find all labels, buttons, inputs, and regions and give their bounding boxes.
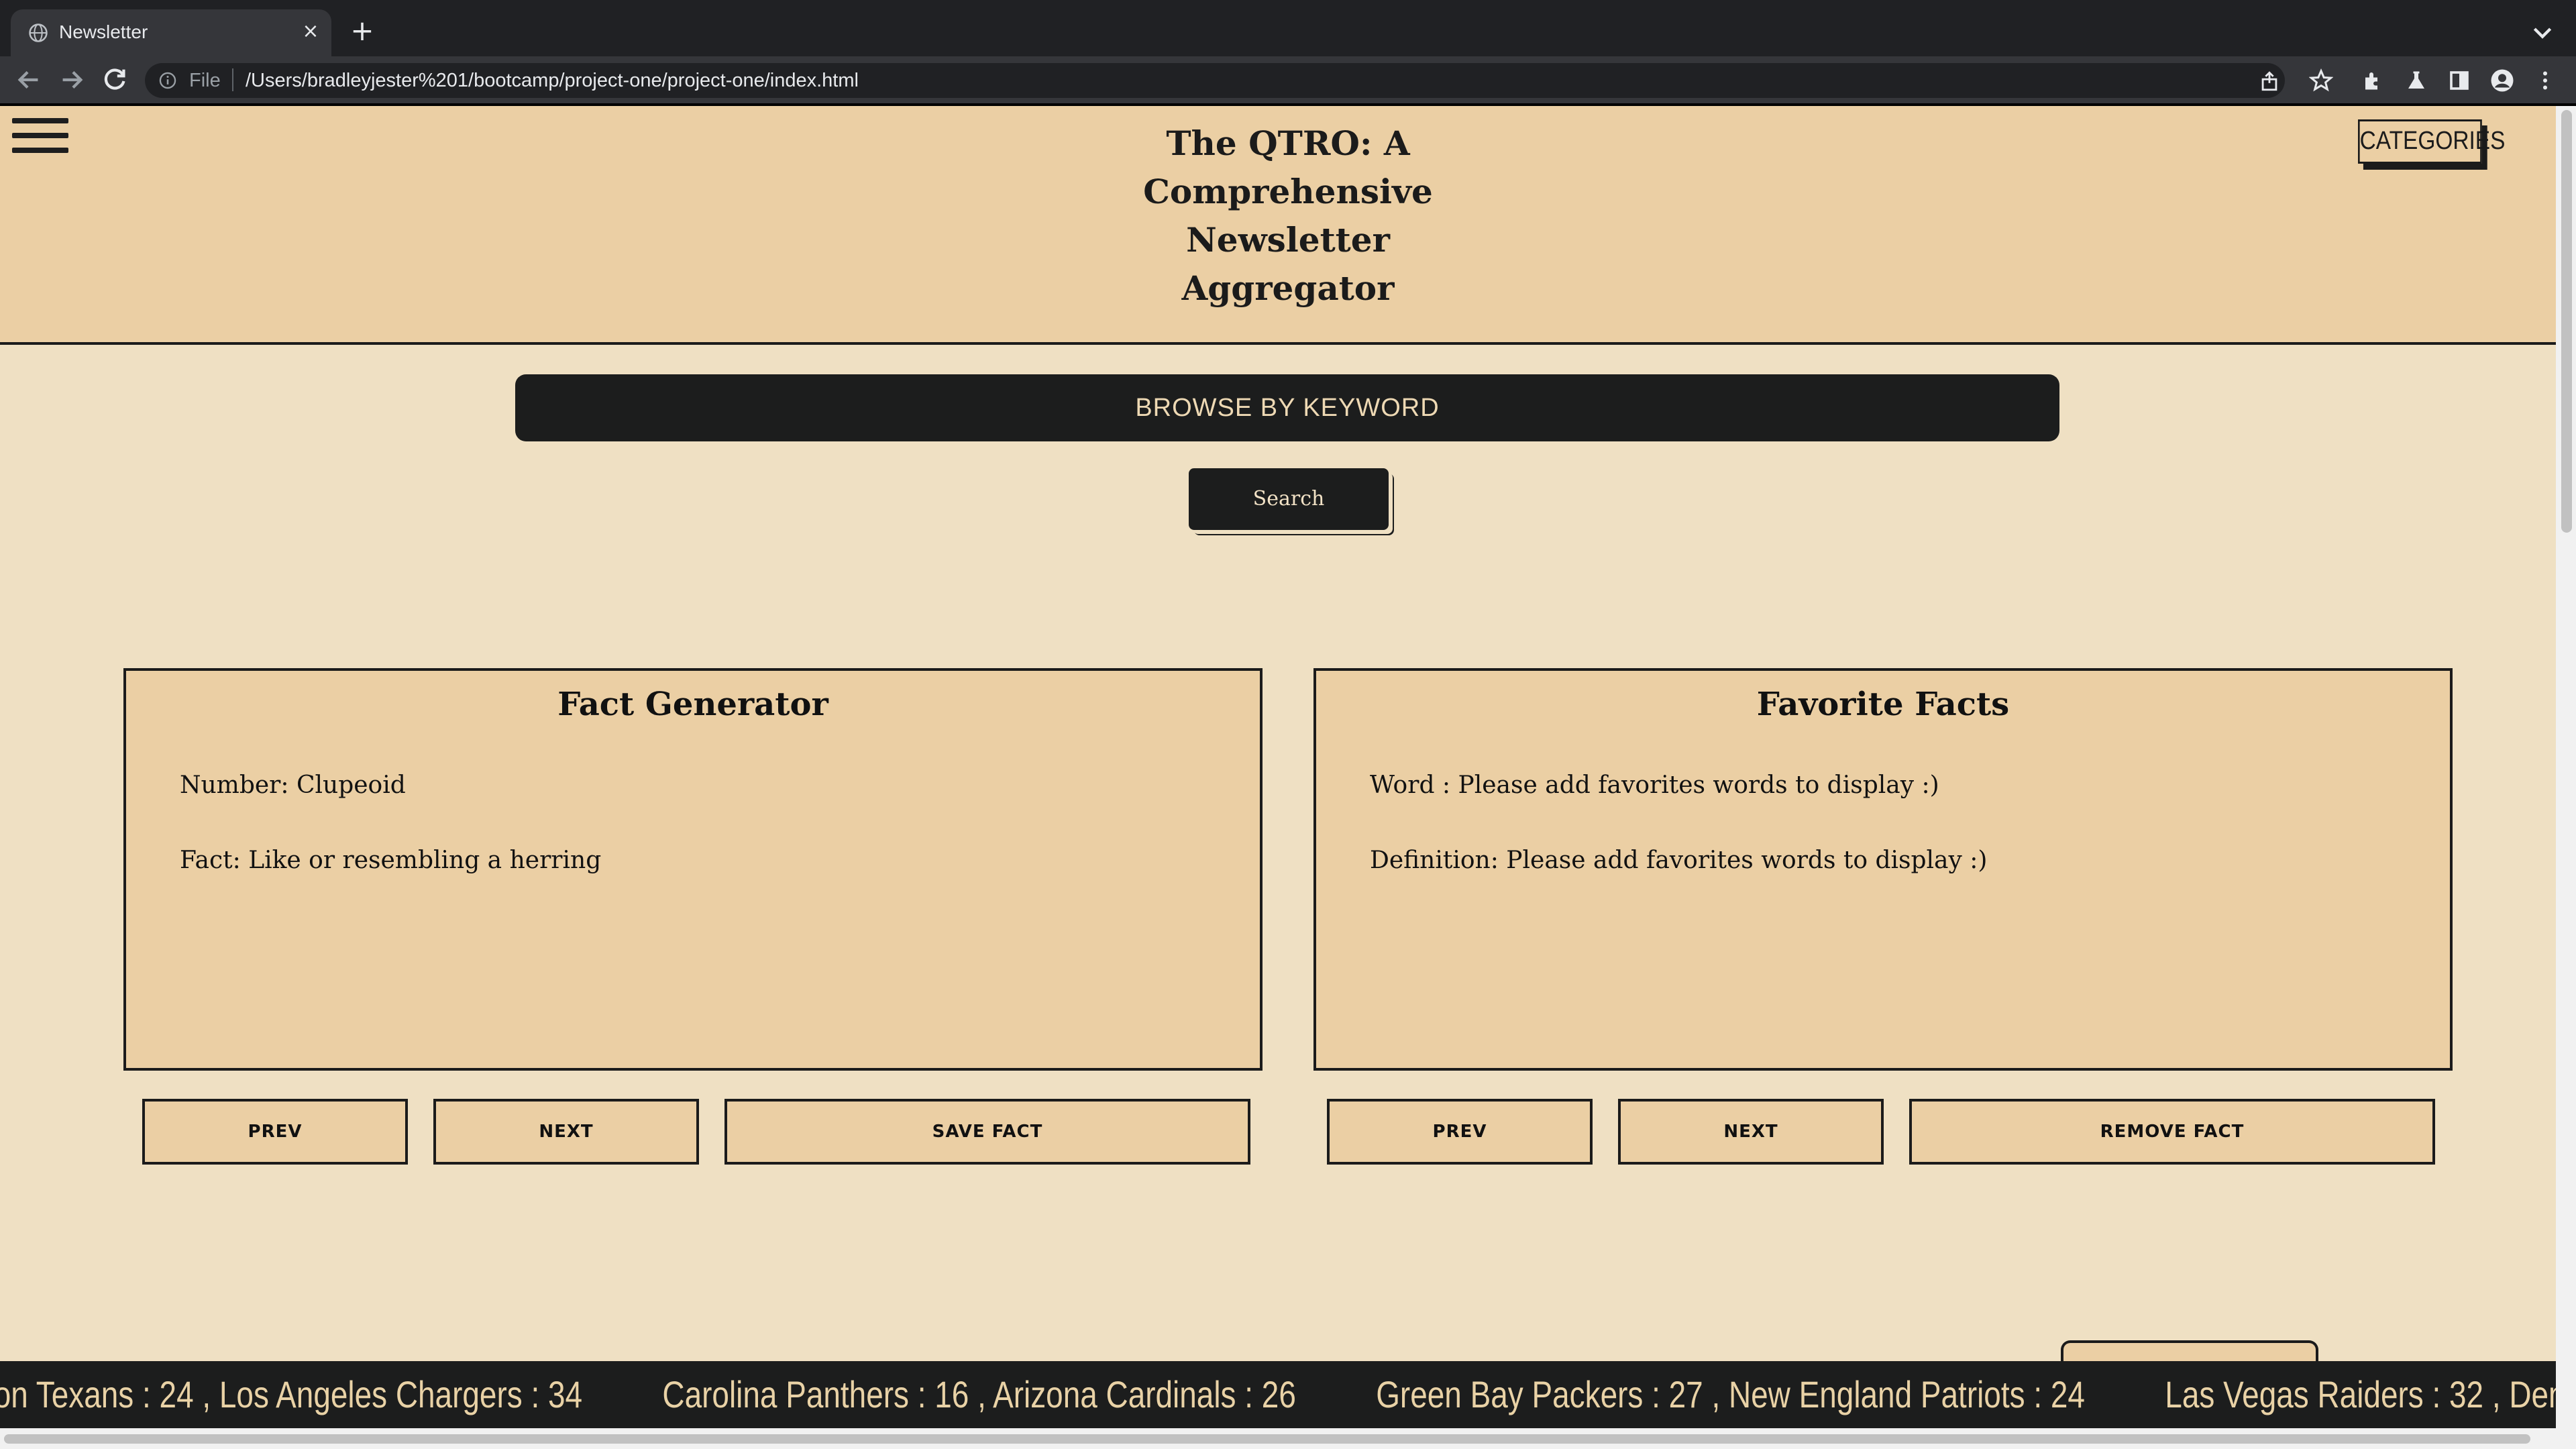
chevron-down-icon[interactable] xyxy=(2529,19,2556,46)
ticker-item: ton Texans : 24 , Los Angeles Chargers :… xyxy=(0,1373,583,1415)
fact-next-button[interactable]: NEXT xyxy=(433,1099,699,1165)
close-icon[interactable]: × xyxy=(299,20,322,43)
favorite-definition: Definition: Please add favorites words t… xyxy=(1370,847,1988,874)
globe-icon xyxy=(29,23,48,42)
vertical-scrollbar[interactable] xyxy=(2556,106,2576,1449)
fact-prev-button[interactable]: PREV xyxy=(142,1099,408,1165)
url-scheme: File xyxy=(189,70,221,91)
favorite-prev-button[interactable]: PREV xyxy=(1327,1099,1593,1165)
reload-icon[interactable] xyxy=(99,64,130,95)
browser-toolbar: File /Users/bradleyjester%201/bootcamp/p… xyxy=(0,56,2576,103)
labs-icon[interactable] xyxy=(2404,68,2428,93)
search-button[interactable]: Search xyxy=(1189,468,1389,530)
fact-number: Number: Clupeoid xyxy=(180,771,406,799)
star-icon[interactable] xyxy=(2309,68,2333,93)
fact-generator-title: Fact Generator xyxy=(557,686,828,723)
favorite-facts-card: Favorite Facts Word : Please add favorit… xyxy=(1313,668,2453,1071)
plus-icon[interactable]: + xyxy=(349,17,376,45)
ticker-item: Carolina Panthers : 16 , Arizona Cardina… xyxy=(662,1373,1296,1415)
save-fact-button[interactable]: SAVE FACT xyxy=(724,1099,1250,1165)
share-icon[interactable] xyxy=(2258,70,2281,93)
forward-arrow-icon[interactable] xyxy=(56,64,87,95)
page-viewport: The QTRO: A Comprehensive Newsletter Agg… xyxy=(0,106,2556,1438)
favorite-word: Word : Please add favorites words to dis… xyxy=(1370,771,1939,799)
horizontal-scrollbar-thumb[interactable] xyxy=(4,1434,2530,1444)
extensions-icon[interactable] xyxy=(2361,68,2385,93)
browser-tab[interactable]: Newsletter × xyxy=(11,9,331,56)
search-input[interactable]: BROWSE BY KEYWORD xyxy=(515,374,2059,441)
browser-tabstrip: Newsletter × + xyxy=(0,0,2576,56)
ticker-item: Green Bay Packers : 27 , New England Pat… xyxy=(1376,1373,2085,1415)
tab-title: Newsletter xyxy=(59,21,148,42)
info-icon[interactable] xyxy=(158,71,177,90)
horizontal-scrollbar[interactable] xyxy=(0,1428,2556,1449)
hamburger-icon[interactable] xyxy=(12,118,68,154)
profile-icon[interactable] xyxy=(2490,68,2514,93)
fact-text: Fact: Like or resembling a herring xyxy=(180,847,602,874)
url-text[interactable]: /Users/bradleyjester%201/bootcamp/projec… xyxy=(246,70,859,92)
address-bar[interactable]: File /Users/bradleyjester%201/bootcamp/p… xyxy=(145,63,2285,98)
url-separator xyxy=(232,68,233,91)
categories-button[interactable]: CATEGORIES xyxy=(2358,119,2505,164)
fact-generator-card: Fact Generator Number: Clupeoid Fact: Li… xyxy=(123,668,1263,1071)
vertical-scrollbar-thumb[interactable] xyxy=(2561,110,2572,533)
back-arrow-icon[interactable] xyxy=(13,64,44,95)
favorite-facts-title: Favorite Facts xyxy=(1756,686,2010,723)
score-ticker: ton Texans : 24 , Los Angeles Chargers :… xyxy=(0,1361,2556,1428)
side-panel-icon[interactable] xyxy=(2447,68,2471,93)
more-vert-icon[interactable] xyxy=(2533,68,2557,93)
remove-fact-button[interactable]: REMOVE FACT xyxy=(1909,1099,2435,1165)
site-header: The QTRO: A Comprehensive Newsletter Agg… xyxy=(0,106,2556,345)
page-title: The QTRO: A Comprehensive Newsletter Agg… xyxy=(1143,123,1433,308)
favorite-next-button[interactable]: NEXT xyxy=(1618,1099,1884,1165)
ticker-item: Las Vegas Raiders : 32 , Denver Broncos … xyxy=(2165,1373,2556,1415)
